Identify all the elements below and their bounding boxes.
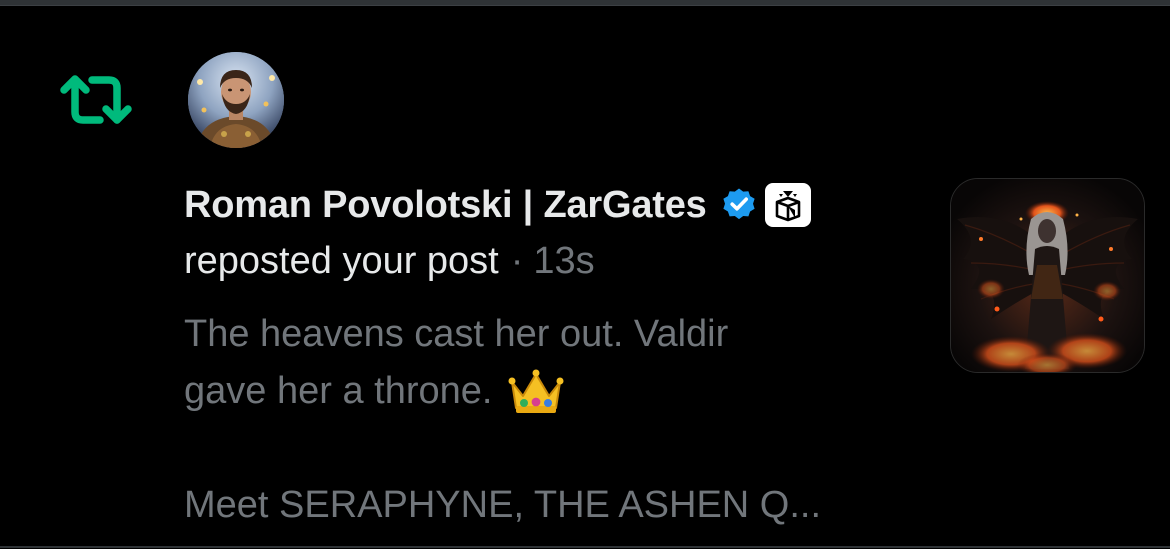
dark-angel-artwork — [951, 179, 1144, 372]
bottom-divider — [0, 546, 1170, 548]
verified-badge-icon — [722, 188, 755, 220]
avatar-image — [188, 52, 284, 148]
post-text-line-1: The heavens cast her out. Valdir — [184, 313, 729, 355]
post-preview[interactable]: The heavens cast her out. Valdir gave he… — [184, 306, 924, 534]
separator-dot: · — [510, 239, 524, 282]
user-name-row[interactable]: Roman Povolotski | ZarGates — [184, 180, 811, 230]
affiliate-badge-icon[interactable] — [764, 183, 811, 227]
repost-notification[interactable]: Roman Povolotski | ZarGates reposted you… — [0, 6, 1170, 546]
post-text-line: gave her a throne. — [184, 363, 924, 420]
repost-icon — [60, 75, 132, 124]
post-thumbnail-image[interactable] — [950, 178, 1145, 373]
action-row: reposted your post · 13s — [184, 238, 595, 284]
action-text: reposted your post — [184, 239, 499, 282]
crown-icon — [508, 369, 564, 413]
post-text-line-3: Meet SERAPHYNE, THE ASHEN Q... — [184, 484, 822, 526]
post-text-line: Meet SERAPHYNE, THE ASHEN Q... — [184, 477, 924, 534]
post-text-line: The heavens cast her out. Valdir — [184, 306, 924, 363]
timestamp[interactable]: 13s — [533, 240, 594, 283]
display-name[interactable]: Roman Povolotski | ZarGates — [184, 184, 707, 227]
avatar[interactable] — [188, 52, 284, 148]
post-text-line-2: gave her a throne. — [184, 370, 493, 412]
affiliate-logo-icon — [775, 191, 800, 222]
